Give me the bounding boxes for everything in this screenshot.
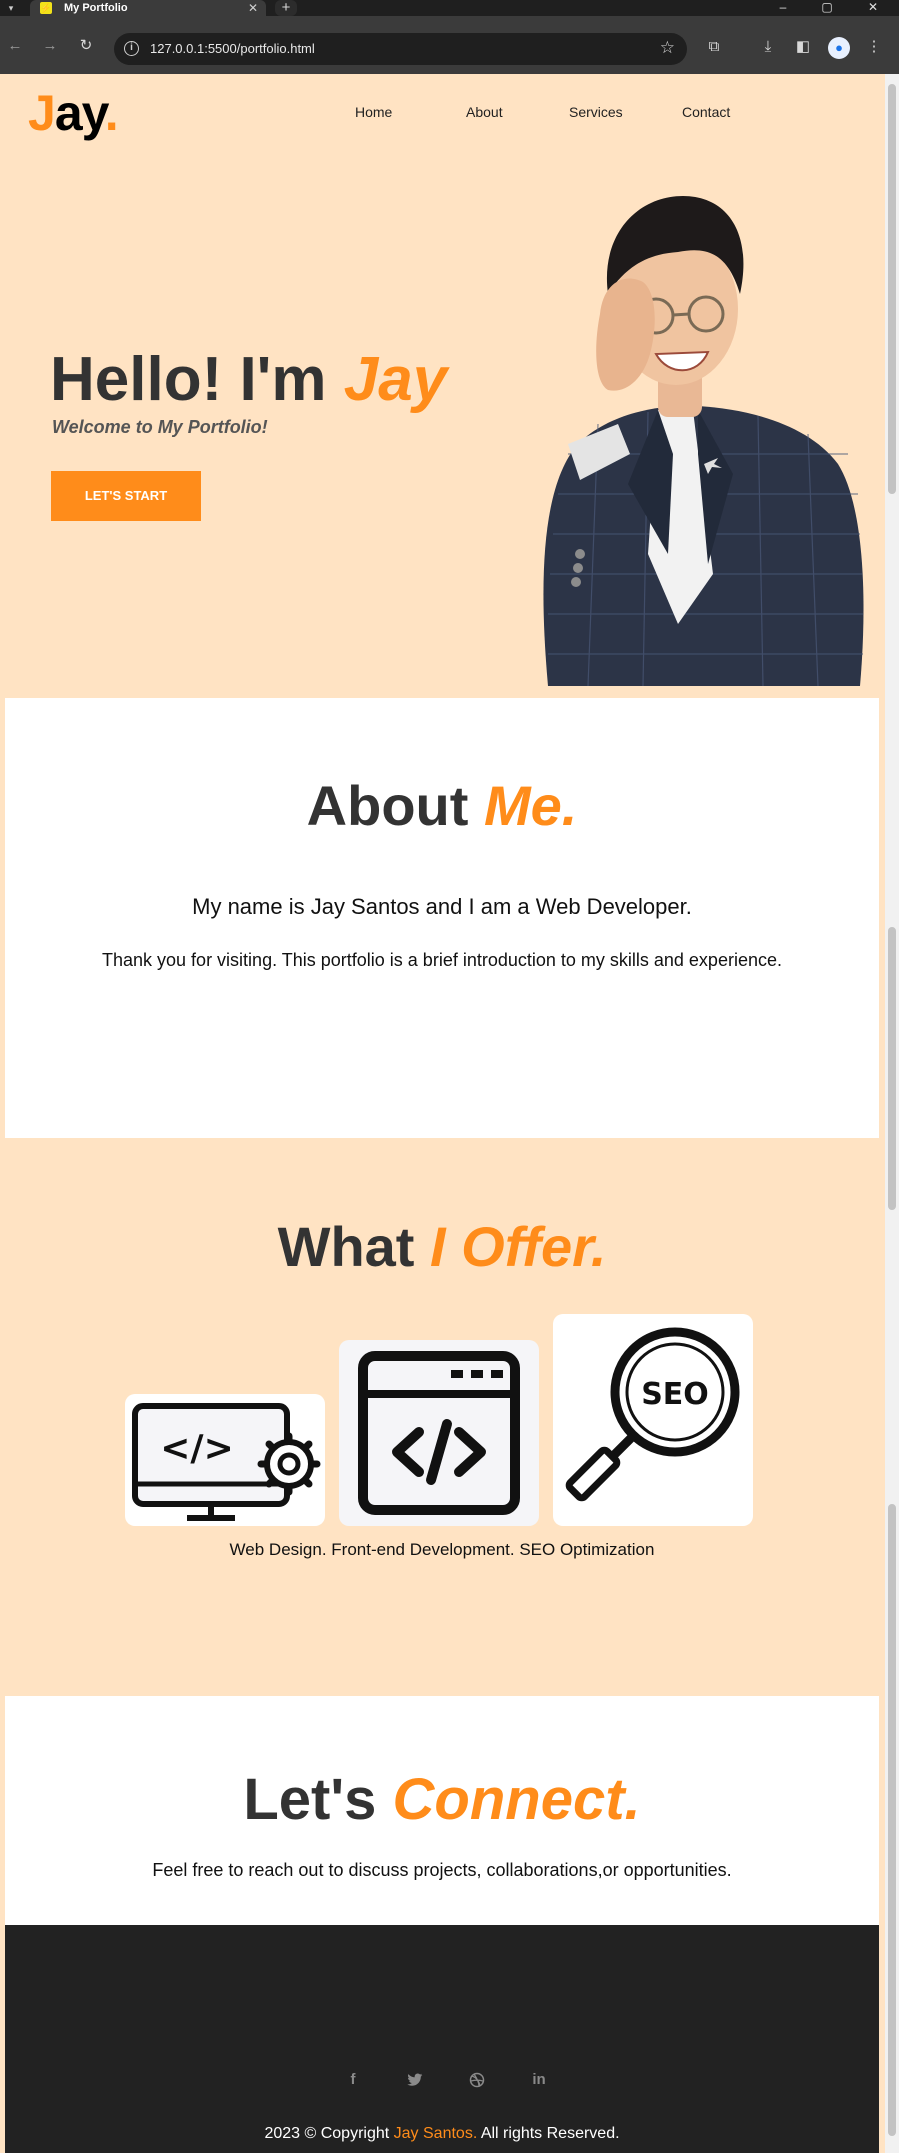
svg-text:</>: </>: [160, 1428, 233, 1469]
hero-title: Hello! I'm Jay: [50, 344, 447, 415]
hero-title-name: Jay: [343, 345, 448, 414]
forward-icon[interactable]: →: [40, 36, 60, 56]
download-icon[interactable]: ⤓: [757, 36, 779, 58]
side-panel-icon[interactable]: ◧: [792, 36, 814, 58]
seo-icon: SEO: [565, 1327, 740, 1502]
hero-title-prefix: Hello! I'm: [50, 345, 327, 414]
maximize-icon[interactable]: ▢: [805, 0, 849, 16]
nav-home[interactable]: Home: [355, 104, 392, 120]
site-footer: f in 2023 © Copyright Jay Santos. All ri…: [5, 1925, 879, 2153]
extensions-icon[interactable]: ⧉: [703, 36, 725, 58]
back-icon[interactable]: ←: [5, 36, 25, 56]
url-text[interactable]: 127.0.0.1:5500/portfolio.html: [150, 41, 315, 56]
services-title-accent: I Offer.: [430, 1215, 607, 1278]
copyright-name[interactable]: Jay Santos.: [394, 2125, 478, 2142]
profile-avatar-icon[interactable]: ●: [828, 37, 850, 59]
about-title-accent: Me.: [483, 774, 578, 837]
logo-dot: .: [104, 85, 119, 141]
web-design-icon: </>: [132, 1403, 321, 1521]
connect-text: Feel free to reach out to discuss projec…: [152, 1860, 732, 1880]
hero-subtitle: Welcome to My Portfolio!: [52, 417, 268, 437]
scroll-thumb-3[interactable]: [888, 1504, 896, 1734]
minimize-icon[interactable]: –: [761, 0, 805, 16]
scroll-thumb-4[interactable]: [888, 1716, 896, 2136]
copyright-suffix: All rights Reserved.: [480, 2125, 620, 2142]
services-caption: Web Design. Front-end Development. SEO O…: [229, 1540, 655, 1559]
about-title-prefix: About: [306, 774, 469, 837]
reload-icon[interactable]: ↻: [76, 36, 96, 56]
about-title: About Me.: [5, 773, 879, 838]
front-end-card: [339, 1340, 539, 1526]
about-section: About Me. My name is Jay Santos and I am…: [5, 698, 879, 1138]
logo-letter-j: J: [28, 85, 56, 141]
logo-text: ay: [54, 85, 106, 141]
code-window-icon: [358, 1351, 520, 1515]
tab-title: My Portfolio: [64, 2, 128, 14]
site-info-icon[interactable]: i: [124, 41, 139, 56]
copyright-prefix: 2023 © Copyright: [264, 2125, 390, 2142]
menu-kebab-icon[interactable]: ⋮: [863, 36, 885, 58]
linkedin-icon[interactable]: in: [527, 2068, 551, 2092]
connect-title: Let's Connect.: [5, 1766, 879, 1833]
scroll-thumb[interactable]: [888, 84, 896, 494]
scroll-thumb-2[interactable]: [888, 927, 896, 1210]
copyright-text: 2023 © Copyright Jay Santos. All rights …: [5, 2125, 879, 2143]
address-bar[interactable]: i 127.0.0.1:5500/portfolio.html ☆: [114, 33, 687, 65]
nav-about[interactable]: About: [466, 104, 503, 120]
connect-section: Let's Connect. Feel free to reach out to…: [5, 1696, 879, 1926]
close-window-icon[interactable]: ✕: [851, 0, 895, 16]
nav-contact[interactable]: Contact: [682, 104, 730, 120]
new-tab-icon[interactable]: +: [275, 0, 297, 16]
seo-card: SEO: [553, 1314, 753, 1526]
close-tab-icon[interactable]: ✕: [248, 1, 258, 15]
services-title-prefix: What: [277, 1215, 415, 1278]
nav-services[interactable]: Services: [569, 104, 623, 120]
about-intro: My name is Jay Santos and I am a Web Dev…: [192, 894, 692, 919]
facebook-icon[interactable]: f: [341, 2068, 365, 2092]
page-scrollbar[interactable]: [885, 74, 899, 2153]
twitter-icon[interactable]: [403, 2068, 427, 2092]
favicon-icon: ⚡: [40, 2, 52, 14]
browser-tab[interactable]: ⚡ My Portfolio ✕: [30, 0, 266, 16]
tab-search-icon[interactable]: ▾: [4, 1, 18, 15]
services-title: What I Offer.: [0, 1214, 884, 1279]
seo-label: SEO: [641, 1377, 709, 1412]
connect-title-accent: Connect.: [392, 1767, 641, 1832]
page-viewport: Jay. Home About Services Contact Hello! …: [0, 74, 899, 2153]
bookmark-star-icon[interactable]: ☆: [660, 38, 675, 58]
lets-start-button[interactable]: LET'S START: [51, 471, 201, 521]
about-description: Thank you for visiting. This portfolio i…: [102, 950, 782, 970]
browser-tab-bar: ▾ ⚡ My Portfolio ✕ + – ▢ ✕: [0, 0, 899, 16]
connect-title-prefix: Let's: [243, 1767, 377, 1832]
portrait-photo: [543, 196, 864, 686]
dribbble-icon[interactable]: [465, 2068, 489, 2092]
web-design-card: </>: [125, 1394, 325, 1526]
site-logo[interactable]: Jay.: [28, 84, 119, 142]
